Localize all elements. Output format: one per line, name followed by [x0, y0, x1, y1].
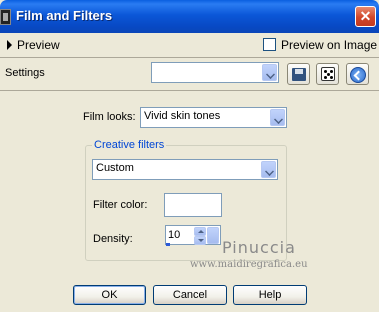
watermark-url: www.maidiregrafica.eu: [190, 259, 308, 270]
expand-arrow-icon[interactable]: [7, 40, 12, 50]
cancel-button[interactable]: Cancel: [153, 285, 227, 305]
chevron-down-icon[interactable]: [270, 109, 285, 126]
preview-on-image-checkbox[interactable]: [263, 38, 276, 51]
creative-filter-value: Custom: [96, 162, 134, 174]
preview-row: Preview Preview on Image: [0, 34, 379, 56]
preview-toggle[interactable]: Preview: [17, 38, 60, 52]
density-value: 10: [168, 229, 181, 241]
settings-label: Settings: [5, 67, 45, 79]
randomize-button[interactable]: [316, 63, 339, 85]
chevron-down-icon[interactable]: [262, 64, 277, 81]
help-button[interactable]: Help: [233, 285, 307, 305]
close-icon: ✕: [359, 8, 372, 24]
save-preset-button[interactable]: [287, 63, 310, 85]
spin-down-icon[interactable]: [194, 236, 206, 245]
ok-button[interactable]: OK: [73, 285, 146, 305]
reset-button[interactable]: [346, 63, 369, 85]
save-icon: [292, 68, 306, 81]
title-bar[interactable]: Film and Filters ✕: [0, 0, 379, 33]
film-app-icon: [0, 9, 11, 25]
creative-filter-dropdown[interactable]: Custom: [92, 159, 278, 180]
chevron-down-icon[interactable]: [261, 161, 276, 178]
film-looks-dropdown[interactable]: Vivid skin tones: [140, 107, 287, 128]
divider: [0, 90, 379, 91]
settings-row: Settings: [0, 58, 379, 90]
density-spinner[interactable]: 10: [165, 225, 221, 245]
density-slider-indicator: [166, 243, 170, 246]
spin-up-icon[interactable]: [194, 227, 206, 236]
film-looks-value: Vivid skin tones: [144, 110, 221, 122]
watermark-name: Pinuccia: [222, 238, 296, 257]
chevron-down-icon[interactable]: [207, 227, 219, 244]
preview-on-image-label[interactable]: Preview on Image: [281, 38, 377, 52]
filter-color-swatch[interactable]: [164, 193, 222, 217]
reset-icon: [350, 67, 366, 83]
creative-filters-title: Creative filters: [92, 139, 167, 151]
close-button[interactable]: ✕: [355, 6, 376, 27]
filter-color-label: Filter color:: [93, 199, 148, 211]
density-label: Density:: [93, 233, 133, 245]
window-title: Film and Filters: [16, 8, 113, 23]
dice-icon: [321, 67, 335, 81]
film-looks-label: Film looks:: [83, 111, 136, 123]
settings-dropdown[interactable]: [151, 62, 279, 83]
